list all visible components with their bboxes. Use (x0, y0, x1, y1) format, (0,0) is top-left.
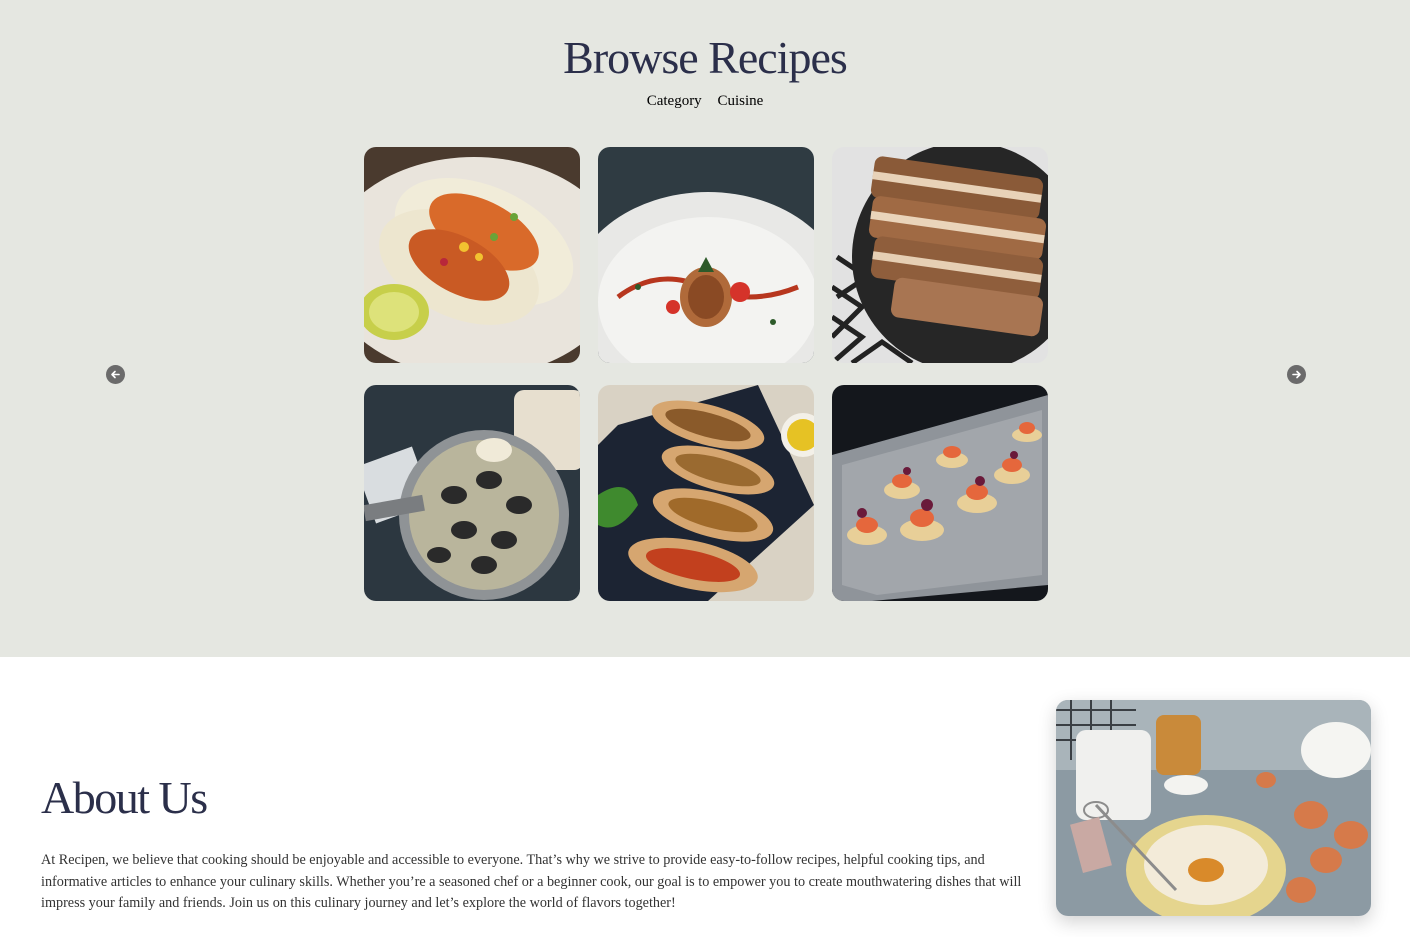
carousel-prev-button[interactable] (106, 365, 125, 384)
clams-photo (364, 385, 580, 601)
canapes-photo (832, 385, 1048, 601)
tacos-photo (364, 147, 580, 363)
recipe-card-canapes[interactable] (832, 385, 1048, 601)
bruschetta-photo (598, 385, 814, 601)
pork-belly-photo (832, 147, 1048, 363)
about-baking-photo (1056, 700, 1371, 916)
recipe-card-pork-belly[interactable] (832, 147, 1048, 363)
about-title: About Us (41, 772, 208, 823)
filter-category[interactable]: Category (647, 93, 702, 110)
recipe-card-bruschetta[interactable] (598, 385, 814, 601)
spaghetti-photo (598, 147, 814, 363)
arrow-right-icon (1292, 370, 1301, 379)
recipe-card-spaghetti[interactable] (598, 147, 814, 363)
browse-recipes-section: Browse Recipes Category Cuisine (0, 0, 1410, 657)
about-description: At Recipen, we believe that cooking shou… (41, 852, 1022, 912)
filter-tabs: Category Cuisine (0, 93, 1410, 110)
recipe-card-tacos[interactable] (364, 147, 580, 363)
arrow-left-icon (111, 370, 120, 379)
filter-cuisine[interactable]: Cuisine (717, 93, 763, 110)
recipe-card-clams[interactable] (364, 385, 580, 601)
baking-ingredients-image (1056, 700, 1371, 916)
carousel-next-button[interactable] (1287, 365, 1306, 384)
browse-title: Browse Recipes (563, 32, 848, 83)
